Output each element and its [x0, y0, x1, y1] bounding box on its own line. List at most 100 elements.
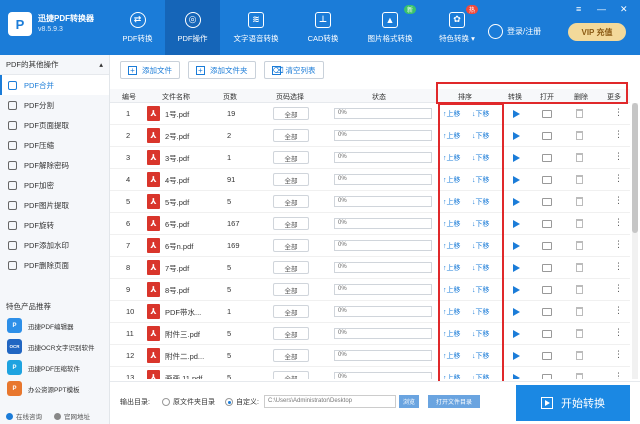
folder-icon[interactable]: [542, 154, 552, 162]
more-icon[interactable]: ⋮: [614, 107, 623, 118]
folder-icon[interactable]: [542, 330, 552, 338]
page-range-select[interactable]: 全部: [273, 327, 309, 340]
convert-play-icon[interactable]: [513, 176, 520, 184]
trash-icon[interactable]: [576, 329, 583, 338]
folder-icon[interactable]: [542, 374, 552, 379]
move-up-button[interactable]: ↑上移: [443, 307, 461, 317]
featured-pdf-compress[interactable]: P 迅捷PDF压缩软件: [0, 357, 109, 378]
folder-icon[interactable]: [542, 286, 552, 294]
more-icon[interactable]: ⋮: [614, 327, 623, 338]
move-down-button[interactable]: ↓下移: [472, 329, 490, 339]
table-row[interactable]: 4 ⅄ 4号.pdf 91 全部 0% ↑上移 ↓下移 ⋮: [110, 169, 630, 191]
minimize-icon[interactable]: —: [597, 4, 606, 14]
trash-icon[interactable]: [576, 351, 583, 360]
page-range-select[interactable]: 全部: [273, 151, 309, 164]
sidebar-item-pdf-split[interactable]: PDF分割: [0, 95, 109, 115]
featured-ocr[interactable]: OCR 迅捷OCR文字识别软件: [0, 336, 109, 357]
trash-icon[interactable]: [576, 241, 583, 250]
folder-icon[interactable]: [542, 264, 552, 272]
move-up-button[interactable]: ↑上移: [443, 329, 461, 339]
trash-icon[interactable]: [576, 197, 583, 206]
move-up-button[interactable]: ↑上移: [443, 285, 461, 295]
convert-play-icon[interactable]: [513, 352, 520, 360]
vip-recharge-button[interactable]: VIP 充值: [568, 23, 626, 41]
table-row[interactable]: 2 ⅄ 2号.pdf 2 全部 0% ↑上移 ↓下移 ⋮: [110, 125, 630, 147]
sidebar-item-delete-pages[interactable]: PDF删除页面: [0, 255, 109, 275]
convert-play-icon[interactable]: [513, 132, 520, 140]
move-down-button[interactable]: ↓下移: [472, 263, 490, 273]
more-icon[interactable]: ⋮: [614, 305, 623, 316]
table-row[interactable]: 7 ⅄ 6号n.pdf 169 全部 0% ↑上移 ↓下移 ⋮: [110, 235, 630, 257]
page-range-select[interactable]: 全部: [273, 129, 309, 142]
more-icon[interactable]: ⋮: [614, 129, 623, 140]
trash-icon[interactable]: [576, 109, 583, 118]
table-row[interactable]: 13 ⅄ 画画 11.pdf 5 全部 0% ↑上移 ↓下移 ⋮: [110, 367, 630, 379]
folder-icon[interactable]: [542, 308, 552, 316]
folder-icon[interactable]: [542, 242, 552, 250]
move-down-button[interactable]: ↓下移: [472, 197, 490, 207]
convert-play-icon[interactable]: [513, 330, 520, 338]
move-down-button[interactable]: ↓下移: [472, 219, 490, 229]
table-row[interactable]: 12 ⅄ 附件二.pd... 5 全部 0% ↑上移 ↓下移 ⋮: [110, 345, 630, 367]
convert-play-icon[interactable]: [513, 264, 520, 272]
table-row[interactable]: 3 ⅄ 3号.pdf 1 全部 0% ↑上移 ↓下移 ⋮: [110, 147, 630, 169]
output-path-field[interactable]: C:\Users\Administrator\Desktop: [264, 395, 396, 408]
more-icon[interactable]: ⋮: [614, 371, 623, 379]
featured-ppt-template[interactable]: P 办公资源PPT模板: [0, 378, 109, 399]
sidebar-item-page-extract[interactable]: PDF页面提取: [0, 115, 109, 135]
featured-pdf-editor[interactable]: P 迅捷PDF编辑器: [0, 315, 109, 336]
table-row[interactable]: 8 ⅄ 7号.pdf 5 全部 0% ↑上移 ↓下移 ⋮: [110, 257, 630, 279]
folder-icon[interactable]: [542, 132, 552, 140]
page-range-select[interactable]: 全部: [273, 239, 309, 252]
move-down-button[interactable]: ↓下移: [472, 175, 490, 185]
more-icon[interactable]: ⋮: [614, 283, 623, 294]
nav-pdf-convert[interactable]: ⇄ PDF转换: [110, 0, 165, 55]
scrollbar-thumb[interactable]: [632, 103, 638, 233]
convert-play-icon[interactable]: [513, 286, 520, 294]
convert-play-icon[interactable]: [513, 198, 520, 206]
scrollbar[interactable]: [632, 103, 638, 379]
collapse-icon[interactable]: ▴: [99, 60, 103, 69]
more-icon[interactable]: ⋮: [614, 195, 623, 206]
table-row[interactable]: 9 ⅄ 8号.pdf 5 全部 0% ↑上移 ↓下移 ⋮: [110, 279, 630, 301]
table-row[interactable]: 1 ⅄ 1号.pdf 19 全部 0% ↑上移 ↓下移 ⋮: [110, 103, 630, 125]
folder-icon[interactable]: [542, 352, 552, 360]
nav-cad-convert[interactable]: ⊥ CAD转换: [292, 0, 354, 55]
table-row[interactable]: 5 ⅄ 5号.pdf 5 全部 0% ↑上移 ↓下移 ⋮: [110, 191, 630, 213]
folder-icon[interactable]: [542, 176, 552, 184]
trash-icon[interactable]: [576, 153, 583, 162]
move-down-button[interactable]: ↓下移: [472, 109, 490, 119]
move-down-button[interactable]: ↓下移: [472, 131, 490, 141]
convert-play-icon[interactable]: [513, 110, 520, 118]
nav-pdf-operation[interactable]: ◎ PDF操作: [165, 0, 220, 55]
move-up-button[interactable]: ↑上移: [443, 351, 461, 361]
close-icon[interactable]: ✕: [620, 4, 628, 15]
sidebar-item-pdf-compress[interactable]: PDF压缩: [0, 135, 109, 155]
page-range-select[interactable]: 全部: [273, 217, 309, 230]
trash-icon[interactable]: [576, 307, 583, 316]
trash-icon[interactable]: [576, 131, 583, 140]
move-down-button[interactable]: ↓下移: [472, 351, 490, 361]
move-up-button[interactable]: ↑上移: [443, 219, 461, 229]
online-consult-link[interactable]: 在线咨询: [6, 411, 42, 421]
nav-text-speech[interactable]: ≋ 文字语音转换: [220, 0, 292, 55]
trash-icon[interactable]: [576, 175, 583, 184]
move-down-button[interactable]: ↓下移: [472, 285, 490, 295]
move-up-button[interactable]: ↑上移: [443, 263, 461, 273]
move-up-button[interactable]: ↑上移: [443, 153, 461, 163]
page-range-select[interactable]: 全部: [273, 261, 309, 274]
source-folder-radio[interactable]: 原文件夹目录: [162, 397, 215, 407]
official-site-link[interactable]: 官网地址: [54, 411, 90, 421]
sidebar-item-pdf-merge[interactable]: PDF合并: [0, 75, 109, 95]
more-icon[interactable]: ⋮: [614, 349, 623, 360]
page-range-select[interactable]: 全部: [273, 305, 309, 318]
more-icon[interactable]: ⋮: [614, 217, 623, 228]
more-icon[interactable]: ⋮: [614, 261, 623, 272]
sidebar-item-add-watermark[interactable]: PDF添加水印: [0, 235, 109, 255]
convert-play-icon[interactable]: [513, 154, 520, 162]
convert-play-icon[interactable]: [513, 220, 520, 228]
page-range-select[interactable]: 全部: [273, 195, 309, 208]
page-range-select[interactable]: 全部: [273, 349, 309, 362]
convert-play-icon[interactable]: [513, 242, 520, 250]
table-row[interactable]: 11 ⅄ 附件三.pdf 5 全部 0% ↑上移 ↓下移 ⋮: [110, 323, 630, 345]
